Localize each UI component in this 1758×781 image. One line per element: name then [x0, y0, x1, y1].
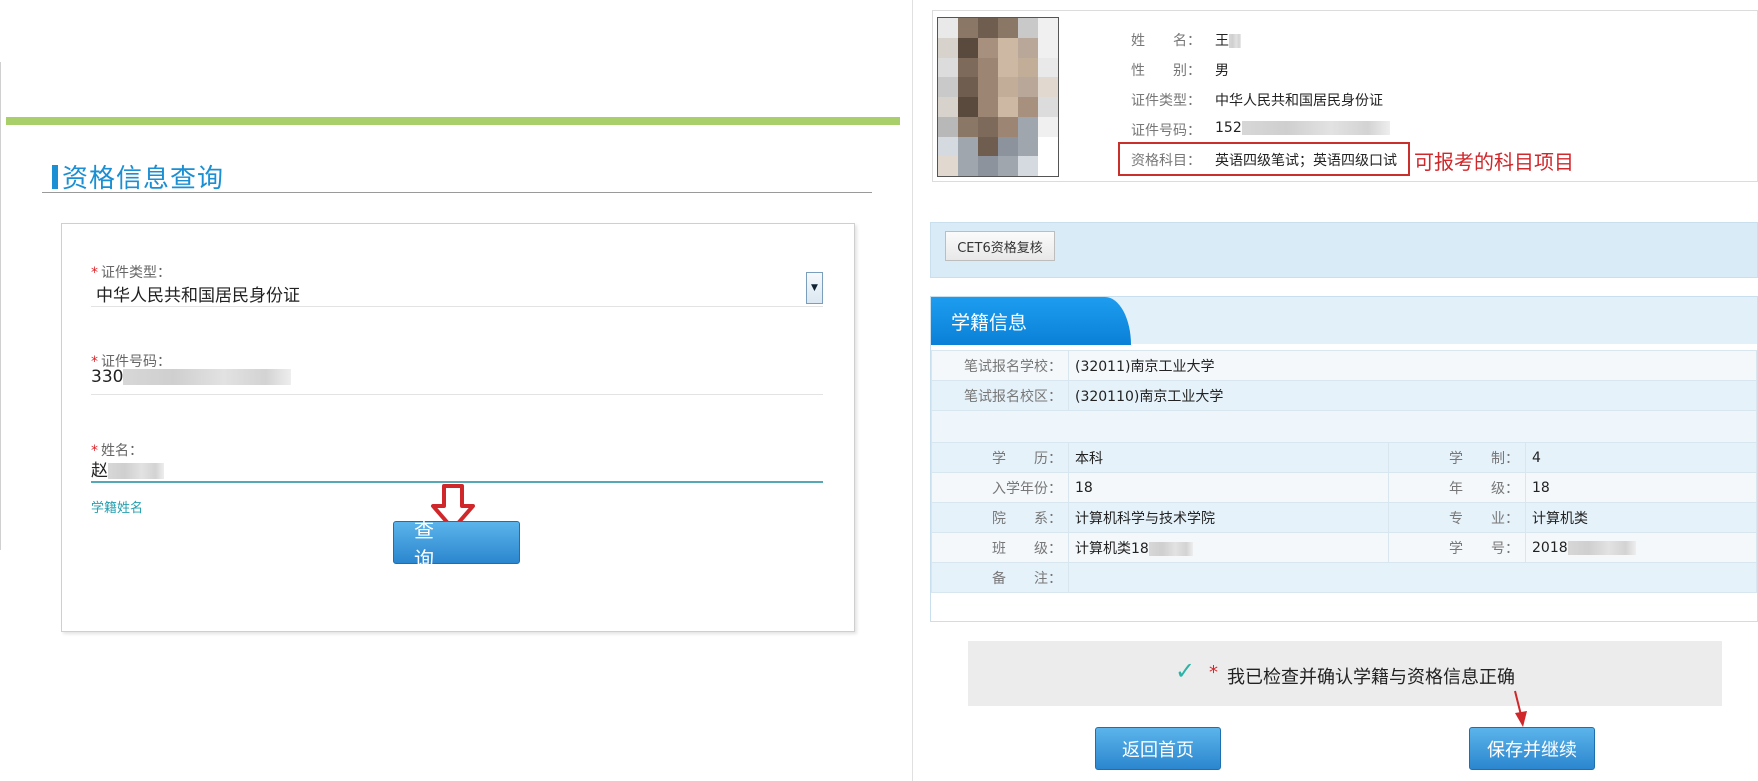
cet6-review-button[interactable]: CET6资格复核 — [945, 231, 1055, 261]
id-type-select[interactable]: 中华人民共和国居民身份证 — [96, 281, 300, 306]
return-home-button[interactable]: 返回首页 — [1095, 727, 1221, 770]
duration-value: 4 — [1525, 442, 1757, 473]
save-continue-button[interactable]: 保存并继续 — [1469, 727, 1595, 770]
id-type-label: * 证件类型： — [91, 265, 171, 281]
confirm-checkbox-label[interactable]: 我已检查并确认学籍与资格信息正确 — [1227, 663, 1515, 689]
name-info-value: 王 — [1215, 30, 1241, 50]
id-number-field[interactable]: 330 — [91, 367, 292, 387]
exam-campus-value: (320110)南京工业大学 — [1068, 380, 1757, 411]
faculty-value: 计算机科学与技术学院 — [1068, 502, 1389, 533]
table-row: 备 注： — [931, 562, 1757, 593]
confirm-required-mark: * — [1209, 662, 1218, 683]
student-no-label: 学 号： — [1388, 532, 1526, 563]
gender-info-value: 男 — [1215, 63, 1229, 79]
title-accent-mark — [52, 164, 58, 189]
id-number-underline — [91, 394, 823, 395]
panel-divider — [912, 0, 913, 781]
redacted-blur — [123, 369, 292, 385]
class-label: 班 级： — [931, 532, 1069, 563]
redacted-blur — [1567, 540, 1636, 555]
table-spacer-row — [931, 410, 1757, 443]
subjects-annotation: 可报考的科目项目 — [1414, 150, 1574, 174]
student-no-value: 2018 — [1525, 532, 1757, 563]
subjects-info-value: 英语四级笔试；英语四级口试 — [1215, 153, 1397, 169]
query-button[interactable]: 查 询 — [393, 518, 520, 571]
section-title-tab: 学籍信息 — [931, 297, 1131, 345]
title-divider — [42, 192, 872, 193]
major-value: 计算机类 — [1525, 502, 1757, 533]
name-hint: 学籍姓名 — [91, 501, 144, 516]
id-type-underline — [91, 306, 823, 307]
education-value: 本科 — [1068, 442, 1389, 473]
id-number-value: 330 — [91, 367, 124, 387]
major-label: 专 业： — [1388, 502, 1526, 533]
subjects-info-label: 资格科目： — [1131, 153, 1201, 169]
class-value: 计算机类18 — [1068, 532, 1389, 563]
name-underline — [91, 481, 823, 483]
id-number-info-value: 152 — [1215, 120, 1390, 136]
id-type-info-label: 证件类型： — [1131, 93, 1201, 109]
redacted-blur — [1241, 121, 1390, 135]
student-info-table: 笔试报名学校： (32011)南京工业大学 笔试报名校区： (320110)南京… — [931, 350, 1757, 593]
pointer-arrow-icon — [1514, 690, 1527, 727]
exam-school-label: 笔试报名学校： — [931, 350, 1069, 381]
table-row: 院 系： 计算机科学与技术学院 专 业： 计算机类 — [931, 502, 1757, 533]
gender-info-label: 性 别： — [1131, 63, 1201, 79]
id-type-info-value: 中华人民共和国居民身份证 — [1215, 93, 1383, 109]
header-accent-bar — [6, 117, 900, 125]
table-row: 入学年份： 18 年 级： 18 — [931, 472, 1757, 503]
redacted-blur — [1229, 34, 1241, 48]
dropdown-arrow-icon[interactable]: ▼ — [806, 272, 823, 304]
page-title-text: 资格信息查询 — [62, 164, 225, 194]
table-row: 学 历： 本科 学 制： 4 — [931, 442, 1757, 473]
check-icon[interactable]: ✓ — [1175, 657, 1195, 685]
id-type-value: 中华人民共和国居民身份证 — [96, 286, 300, 306]
grade-value: 18 — [1525, 472, 1757, 503]
duration-label: 学 制： — [1388, 442, 1526, 473]
remark-label: 备 注： — [931, 562, 1069, 593]
page-title: 资格信息查询 — [52, 158, 224, 195]
candidate-photo — [937, 17, 1059, 177]
id-number-info-label: 证件号码： — [1131, 123, 1201, 139]
required-mark: * — [91, 265, 98, 281]
education-label: 学 历： — [931, 442, 1069, 473]
grade-label: 年 级： — [1388, 472, 1526, 503]
table-row: 笔试报名学校： (32011)南京工业大学 — [931, 350, 1757, 381]
table-row: 笔试报名校区： (320110)南京工业大学 — [931, 380, 1757, 411]
remark-value — [1068, 562, 1757, 593]
faculty-label: 院 系： — [931, 502, 1069, 533]
exam-campus-label: 笔试报名校区： — [931, 380, 1069, 411]
name-field[interactable]: 赵 — [91, 456, 164, 481]
table-row: 班 级： 计算机类18 学 号： 2018 — [931, 532, 1757, 563]
redacted-blur — [1148, 541, 1193, 556]
redacted-blur — [108, 463, 164, 479]
name-value: 赵 — [91, 461, 108, 481]
enroll-year-label: 入学年份： — [931, 472, 1069, 503]
left-panel-edge — [0, 62, 1, 550]
name-info-label: 姓 名： — [1131, 33, 1201, 49]
exam-school-value: (32011)南京工业大学 — [1068, 350, 1757, 381]
enroll-year-value: 18 — [1068, 472, 1389, 503]
